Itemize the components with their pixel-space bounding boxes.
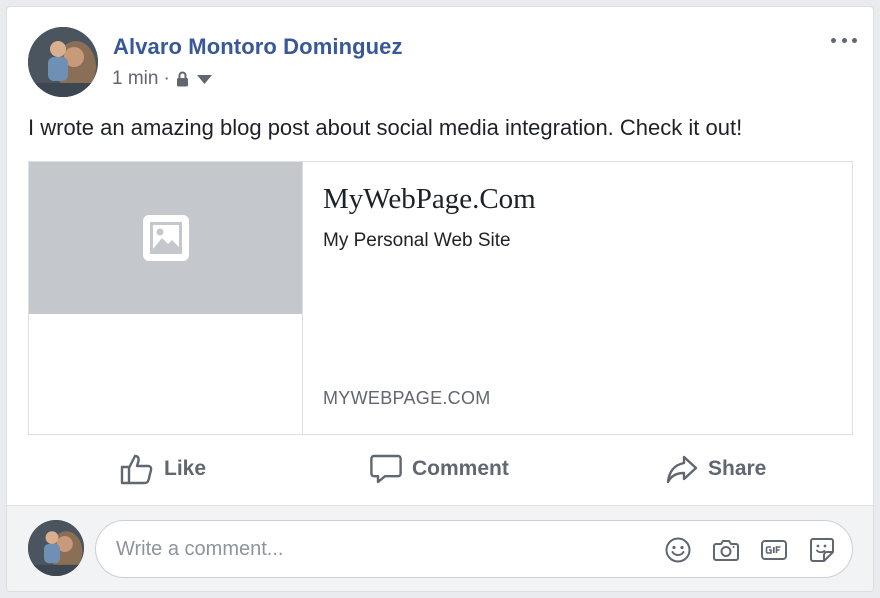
- post-text: I wrote an amazing blog post about socia…: [28, 115, 743, 140]
- more-dot: [852, 37, 857, 43]
- link-preview-card[interactable]: MyWebPage.Com My Personal Web Site MYWEB…: [28, 161, 853, 435]
- comment-input[interactable]: [116, 529, 636, 569]
- like-label: Like: [164, 457, 207, 480]
- meta-separator: ·: [163, 68, 170, 89]
- post-meta: 1 min ·: [112, 68, 212, 90]
- current-user-avatar[interactable]: [28, 520, 84, 576]
- link-divider: [302, 162, 303, 434]
- comment-box[interactable]: [95, 520, 853, 578]
- more-options-icon[interactable]: [831, 35, 857, 45]
- post-timestamp[interactable]: 1 min: [112, 68, 158, 90]
- speech-bubble-icon: [370, 454, 402, 484]
- emoji-icon[interactable]: [664, 536, 692, 564]
- comment-button[interactable]: Comment: [370, 447, 509, 491]
- image-placeholder-icon: [142, 215, 189, 261]
- thumbs-up-icon: [120, 454, 153, 485]
- gif-icon[interactable]: [760, 536, 788, 564]
- link-thumbnail: [29, 162, 302, 314]
- more-dot: [831, 37, 836, 43]
- comment-label: Comment: [412, 457, 509, 480]
- link-domain: MYWEBPAGE.COM: [323, 388, 491, 408]
- lock-icon: [176, 71, 188, 87]
- comment-composer: [7, 505, 873, 591]
- link-description: My Personal Web Site: [323, 230, 511, 251]
- post-actions: Like Comment Share: [28, 447, 853, 491]
- sticker-icon[interactable]: [808, 536, 836, 564]
- share-arrow-icon: [666, 455, 698, 484]
- share-label: Share: [708, 457, 767, 480]
- author-name-link[interactable]: Alvaro Montoro Dominguez: [113, 34, 403, 60]
- author-avatar[interactable]: [28, 27, 98, 97]
- share-button[interactable]: Share: [666, 447, 766, 491]
- composer-icons: [644, 536, 836, 564]
- post-card: Alvaro Montoro Dominguez 1 min · I wrote…: [6, 6, 874, 592]
- like-button[interactable]: Like: [120, 447, 206, 491]
- camera-icon[interactable]: [712, 536, 740, 564]
- more-dot: [841, 37, 847, 43]
- link-title[interactable]: MyWebPage.Com: [323, 183, 536, 216]
- caret-down-icon[interactable]: [196, 74, 212, 84]
